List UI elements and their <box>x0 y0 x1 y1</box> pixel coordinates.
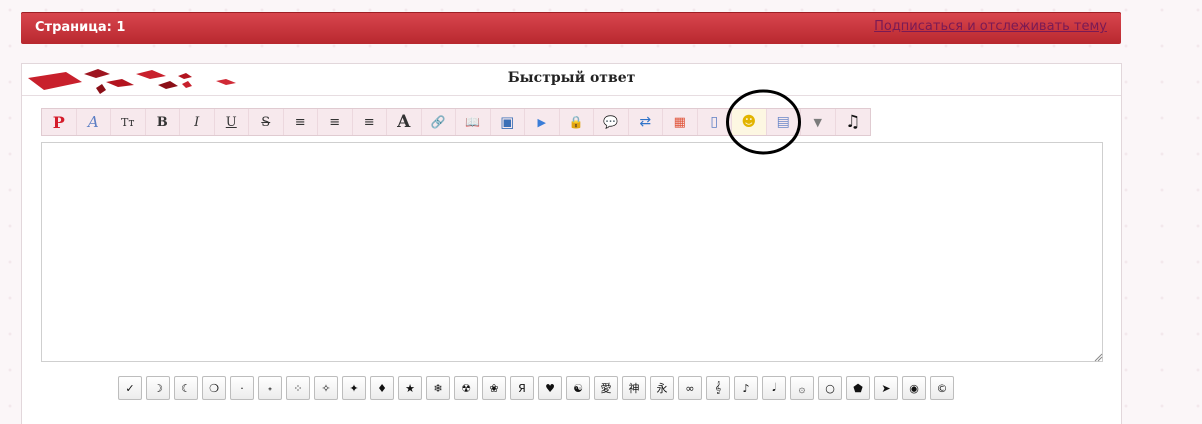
image-button[interactable]: ▣ <box>491 109 525 135</box>
symbol-button[interactable]: ♦ <box>370 376 394 400</box>
link-icon: 🔗 <box>430 115 446 129</box>
underline-button[interactable]: U <box>215 109 249 135</box>
hide-button[interactable]: 🔒 <box>560 109 594 135</box>
strikethrough-button[interactable]: S <box>249 109 284 135</box>
music-button[interactable]: ♫ <box>836 109 871 135</box>
align-right-icon: ≡ <box>363 114 375 130</box>
symbol-button[interactable]: © <box>930 376 954 400</box>
symbol-button[interactable]: ★ <box>398 376 422 400</box>
bold-button[interactable]: B <box>146 109 180 135</box>
font-icon: A <box>87 113 99 131</box>
page-header-bar: Страница: 1 Подписаться и отслеживать те… <box>21 12 1121 44</box>
p-logo-icon: P <box>52 112 65 132</box>
symbol-button[interactable]: · <box>230 376 254 400</box>
symbol-button[interactable]: 愛 <box>594 376 618 400</box>
symbol-button[interactable]: ✦ <box>342 376 366 400</box>
symbol-button[interactable]: ∞ <box>678 376 702 400</box>
spoiler-icon: ▯ <box>710 114 719 130</box>
text-color-button[interactable]: A <box>387 109 422 135</box>
symbol-button[interactable]: ❍ <box>202 376 226 400</box>
symbol-button[interactable]: ⁘ <box>286 376 310 400</box>
symbol-button[interactable]: ○ <box>818 376 842 400</box>
font-size-icon: Tт <box>121 115 135 129</box>
hide-icon: 🔒 <box>568 115 584 129</box>
symbol-button[interactable]: 神 <box>622 376 646 400</box>
symbol-button[interactable]: ✓ <box>118 376 142 400</box>
underline-icon: U <box>225 114 237 130</box>
align-right-button[interactable]: ≡ <box>353 109 387 135</box>
align-left-button[interactable]: ≡ <box>284 109 318 135</box>
resize-grip-icon[interactable] <box>1093 352 1103 362</box>
symbol-button[interactable]: ☾ <box>174 376 198 400</box>
symbol-button[interactable]: ❄ <box>426 376 450 400</box>
italic-button[interactable]: I <box>180 109 215 135</box>
symbol-button[interactable]: ☢ <box>454 376 478 400</box>
strikethrough-icon: S <box>261 114 271 130</box>
symbol-button[interactable]: ⬟ <box>846 376 870 400</box>
align-center-button[interactable]: ≡ <box>318 109 353 135</box>
more-icon: ▼ <box>813 115 822 129</box>
symbol-button[interactable]: ✧ <box>314 376 338 400</box>
colors-button[interactable]: ▦ <box>663 109 698 135</box>
symbol-button[interactable]: ◉ <box>902 376 926 400</box>
symbol-button[interactable]: ☯ <box>566 376 590 400</box>
symbol-button[interactable]: 永 <box>650 376 674 400</box>
message-textarea[interactable] <box>41 142 1103 362</box>
translate-icon: ⇄ <box>639 114 652 130</box>
page-counter: Страница: 1 <box>35 20 126 35</box>
symbol-button[interactable]: 𝅘𝅥 <box>762 376 786 400</box>
video-button[interactable]: ▶ <box>525 109 560 135</box>
music-icon: ♫ <box>845 112 861 132</box>
symbol-button[interactable]: ♪ <box>734 376 758 400</box>
font-size-button[interactable]: Tт <box>111 109 146 135</box>
book-button[interactable]: 📖 <box>456 109 491 135</box>
quick-reply-panel: Быстрый ответ P A Tт B I U S ≡ ≡ ≡ A 🔗 📖 ▣ ▶ 🔒 💬 ⇄ ▦ ▯ ☻ ▤ ▼ ♫ … <box>21 63 1122 424</box>
book-icon: 📖 <box>465 115 481 129</box>
symbol-button[interactable]: ☽ <box>146 376 170 400</box>
translate-button[interactable]: ⇄ <box>629 109 663 135</box>
quote-icon: 💬 <box>603 115 619 129</box>
font-button[interactable]: A <box>77 109 111 135</box>
symbol-button[interactable]: ♥ <box>538 376 562 400</box>
symbol-button[interactable]: 𝄞 <box>706 376 730 400</box>
italic-icon: I <box>194 114 200 130</box>
colors-icon: ▦ <box>673 114 686 130</box>
align-left-icon: ≡ <box>294 114 306 130</box>
quick-reply-header: Быстрый ответ <box>22 64 1121 96</box>
subscribe-link[interactable]: Подписаться и отслеживать тему <box>874 19 1107 34</box>
symbol-button[interactable]: ۞ <box>790 376 814 400</box>
symbol-button[interactable]: Я <box>510 376 534 400</box>
special-symbols-bar: ✓ ☽ ☾ ❍ · ˖ ⁘ ✧ ✦ ♦ ★ ❄ ☢ ❀ Я ♥ ☯ 愛神永 ∞ 𝄞 ♪ 𝅘𝅥 ۞ ○ ⬟ ➤ ◉ © <box>118 376 954 400</box>
symbol-button[interactable]: ˖ <box>258 376 282 400</box>
p-logo-button[interactable]: P <box>42 109 77 135</box>
align-center-icon: ≡ <box>329 114 341 130</box>
more-button[interactable]: ▼ <box>801 109 836 135</box>
quick-reply-title: Быстрый ответ <box>507 70 636 86</box>
link-button[interactable]: 🔗 <box>422 109 456 135</box>
symbol-button[interactable]: ❀ <box>482 376 506 400</box>
symbol-button[interactable]: ➤ <box>874 376 898 400</box>
bold-icon: B <box>156 114 168 130</box>
video-icon: ▶ <box>537 115 546 129</box>
highlight-circle-annotation <box>726 89 801 155</box>
text-color-icon: A <box>397 112 411 132</box>
image-icon: ▣ <box>500 113 515 131</box>
quote-button[interactable]: 💬 <box>594 109 629 135</box>
